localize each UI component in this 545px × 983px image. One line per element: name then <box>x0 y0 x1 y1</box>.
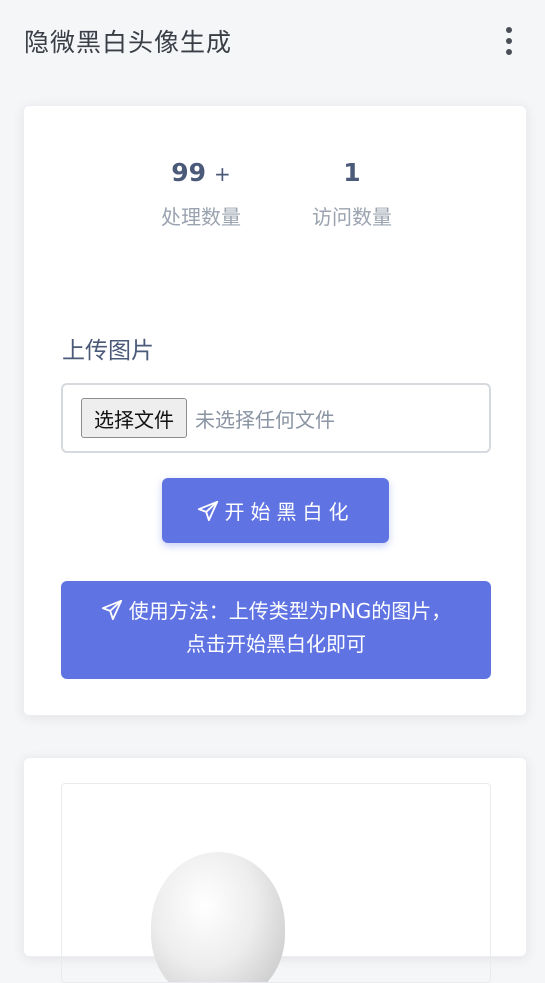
stat-visits-label: 访问数量 <box>312 205 392 229</box>
file-input[interactable]: 选择文件 未选择任何文件 <box>61 383 491 453</box>
file-status-text: 未选择任何文件 <box>195 407 335 432</box>
send-icon <box>197 500 218 521</box>
upload-card: 99 + 处理数量 1 访问数量 上传图片 选择文件 未选择任何文件 开始黑白化 … <box>23 105 527 716</box>
avatar-preview <box>151 852 285 982</box>
app-bar: 隐微黑白头像生成 <box>0 0 545 82</box>
upload-label: 上传图片 <box>62 338 154 364</box>
send-icon <box>101 599 122 621</box>
more-options-icon[interactable] <box>497 21 521 61</box>
stat-processed-suffix: + <box>214 162 231 186</box>
preview-card <box>23 757 527 983</box>
usage-notice-text: 使用方法：上传类型为PNG的图片，点击开始黑白化即可 <box>128 599 452 656</box>
start-button[interactable]: 开始黑白化 <box>162 478 389 543</box>
stat-visits-value: 1 <box>343 158 361 187</box>
stat-processed: 99 + 处理数量 <box>142 158 260 230</box>
preview-image <box>61 783 491 983</box>
stat-visits: 1 访问数量 <box>296 158 408 230</box>
stat-processed-value: 99 <box>171 158 207 187</box>
usage-notice: 使用方法：上传类型为PNG的图片，点击开始黑白化即可 <box>61 581 491 679</box>
start-button-label: 开始黑白化 <box>224 502 355 524</box>
choose-file-button[interactable]: 选择文件 <box>81 398 187 438</box>
stat-processed-label: 处理数量 <box>161 205 241 229</box>
app-title: 隐微黑白头像生成 <box>24 28 233 57</box>
